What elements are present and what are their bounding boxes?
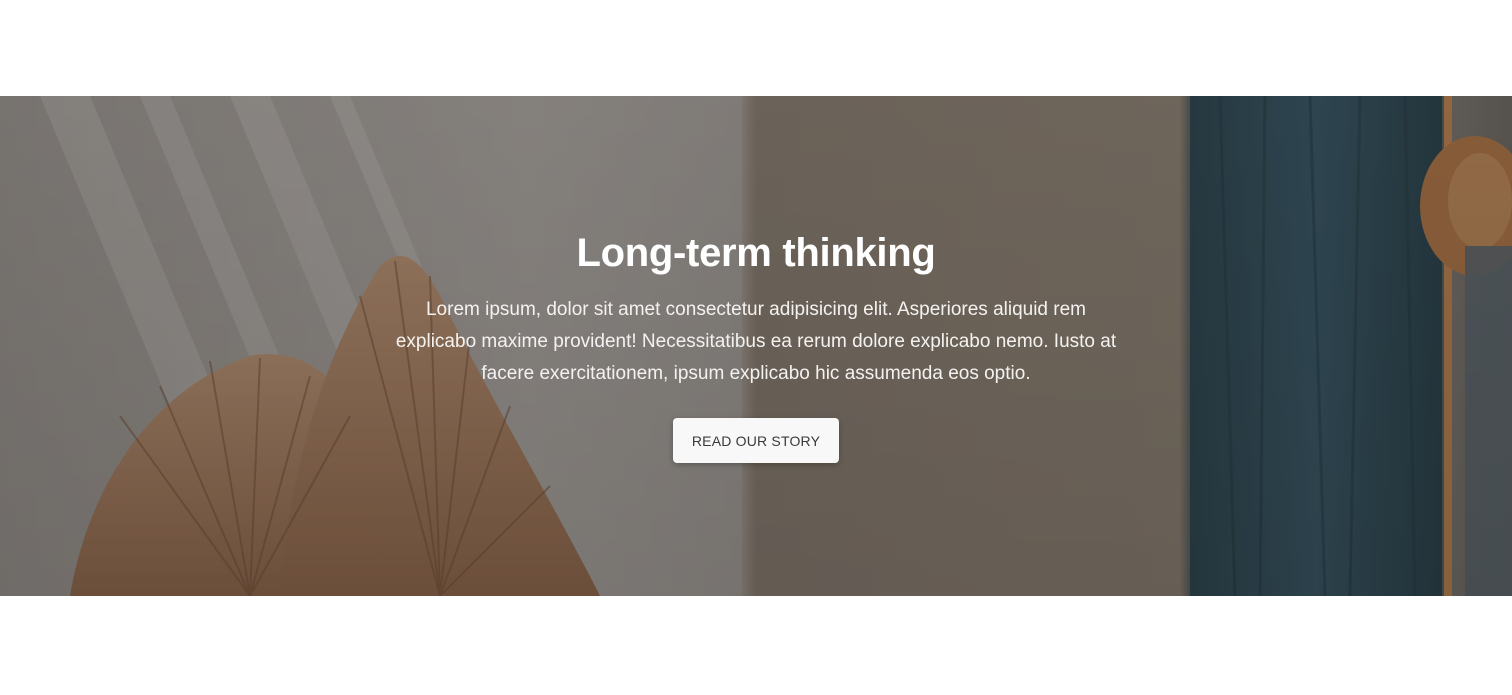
hero-title: Long-term thinking <box>576 231 936 275</box>
hero-content: Long-term thinking Lorem ipsum, dolor si… <box>0 96 1512 596</box>
page: Long-term thinking Lorem ipsum, dolor si… <box>0 0 1512 695</box>
hero-description: Lorem ipsum, dolor sit amet consectetur … <box>395 299 1117 384</box>
read-our-story-button[interactable]: READ OUR STORY <box>673 418 839 463</box>
hero-section: Long-term thinking Lorem ipsum, dolor si… <box>0 96 1512 596</box>
